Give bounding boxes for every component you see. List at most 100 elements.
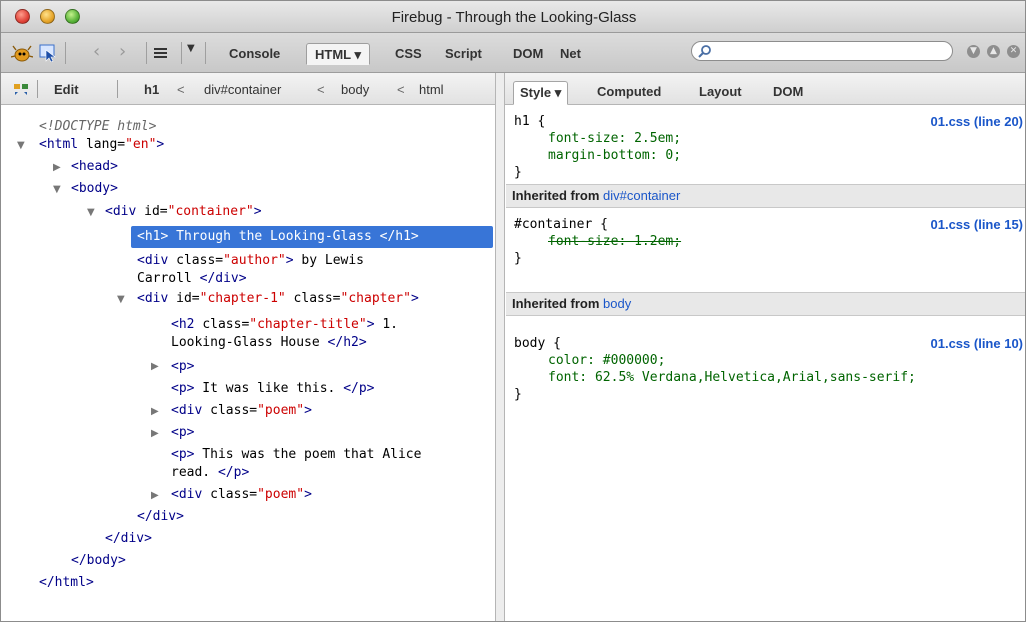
chevron-down-icon: ▾ xyxy=(354,47,362,62)
tree-node-poem[interactable]: <div class="poem"> xyxy=(171,402,312,420)
tab-html[interactable]: HTML ▾ xyxy=(306,43,371,65)
tab-dom[interactable]: DOM xyxy=(505,43,551,65)
selected-node-h1[interactable]: <h1> Through the Looking-Glass </h1> xyxy=(131,226,493,248)
tag-text: <div xyxy=(137,291,177,306)
tree-node-h2-cont: Looking-Glass House </h2> xyxy=(171,334,367,352)
css-property[interactable]: font-size: 2.5em; xyxy=(548,131,681,147)
tag-text: </div> xyxy=(137,509,184,524)
inherited-link-body[interactable]: body xyxy=(603,296,631,311)
dropdown-arrow-icon[interactable]: ▼ xyxy=(187,43,195,54)
tab-console[interactable]: Console xyxy=(221,43,288,65)
attr-text: lang= xyxy=(85,137,126,152)
tree-node-p[interactable]: <p> xyxy=(171,358,194,376)
inherited-from-body: Inherited from body xyxy=(506,292,1025,316)
css-selector-body[interactable]: body { xyxy=(514,336,561,352)
attr-text: id= xyxy=(176,291,200,306)
chevron-down-icon[interactable]: ▼ xyxy=(967,45,980,58)
tag-text: > xyxy=(304,487,312,502)
tree-node-p-poem-cont: read. </p> xyxy=(171,464,249,482)
attr-value: "poem" xyxy=(257,403,305,418)
tab-style[interactable]: Style ▾ xyxy=(513,81,569,105)
collapsed-triangle-icon[interactable]: ▶ xyxy=(151,490,159,501)
tab-side-dom[interactable]: DOM xyxy=(767,81,809,105)
tag-text: <div xyxy=(171,487,211,502)
attr-value: "chapter-title" xyxy=(249,317,367,332)
tag-text: > xyxy=(366,317,375,332)
tab-script[interactable]: Script xyxy=(437,43,490,65)
breadcrumb-h1[interactable]: h1 xyxy=(144,82,159,97)
tree-node-container[interactable]: <div id="container"> xyxy=(105,203,262,221)
tree-node-container-close: </div> xyxy=(105,530,152,548)
css-property[interactable]: font: 62.5% Verdana,Helvetica,Arial,sans… xyxy=(548,370,916,386)
search-box[interactable] xyxy=(691,41,953,61)
tag-text: <html xyxy=(39,137,86,152)
tree-node-p-poem[interactable]: <p> This was the poem that Alice xyxy=(171,446,421,464)
css-property-overridden[interactable]: font-size: 1.2em; xyxy=(548,234,681,250)
text-content: Carroll xyxy=(137,271,200,286)
back-icon[interactable]: ‹ xyxy=(93,41,100,62)
text-content: read. xyxy=(171,465,218,480)
main-toolbar: ‹ › ▼ Console HTML ▾ CSS Script DOM Net … xyxy=(1,33,1025,73)
collapsed-triangle-icon[interactable]: ▶ xyxy=(151,406,159,417)
css-selector-container[interactable]: #container { xyxy=(514,217,608,233)
css-selector-h1[interactable]: h1 { xyxy=(514,114,545,130)
collapsed-triangle-icon[interactable]: ▶ xyxy=(151,361,159,372)
tree-node-author[interactable]: <div class="author"> by Lewis xyxy=(137,252,364,270)
collapsed-triangle-icon[interactable]: ▶ xyxy=(151,428,159,439)
tag-text: <p> xyxy=(171,359,195,374)
tag-text: > xyxy=(410,291,419,306)
expand-triangle-icon[interactable]: ▼ xyxy=(17,140,25,151)
tag-text: </p> xyxy=(343,381,375,396)
expand-triangle-icon[interactable]: ▼ xyxy=(87,207,95,218)
breadcrumb-html[interactable]: html xyxy=(419,82,444,97)
breadcrumb-body[interactable]: body xyxy=(341,82,369,97)
panel-splitter[interactable] xyxy=(495,73,505,621)
css-property[interactable]: color: #000000; xyxy=(548,353,665,369)
tab-layout[interactable]: Layout xyxy=(693,81,748,105)
css-source-link-container[interactable]: 01.css (line 15) xyxy=(931,217,1024,232)
expand-triangle-icon[interactable]: ▼ xyxy=(117,294,125,305)
tree-node-chapter[interactable]: <div id="chapter-1" class="chapter"> xyxy=(137,290,419,308)
html-edit-icon[interactable] xyxy=(13,82,29,98)
tab-css[interactable]: CSS xyxy=(387,43,430,65)
css-source-link-body[interactable]: 01.css (line 10) xyxy=(931,336,1024,351)
chevron-up-icon[interactable]: ▲ xyxy=(987,45,1000,58)
close-icon[interactable]: ✕ xyxy=(1007,45,1020,58)
css-source-link-h1[interactable]: 01.css (line 20) xyxy=(931,114,1024,129)
search-input[interactable] xyxy=(716,44,944,59)
tree-node-p-like-this[interactable]: <p> It was like this. </p> xyxy=(171,380,375,398)
tree-node-head[interactable]: <head> xyxy=(71,158,118,176)
css-property[interactable]: margin-bottom: 0; xyxy=(548,148,681,164)
tree-node-poem[interactable]: <div class="poem"> xyxy=(171,486,312,504)
tree-node-html[interactable]: <html lang="en"> xyxy=(39,136,164,154)
tab-computed[interactable]: Computed xyxy=(591,81,667,105)
side-panel-tabs: Style ▾ Computed Layout DOM xyxy=(505,73,1025,105)
tree-node-body[interactable]: <body> xyxy=(71,180,118,198)
breadcrumb-separator: < xyxy=(317,82,325,97)
window-title: Firebug - Through the Looking-Glass xyxy=(391,9,637,26)
breadcrumb-separator: < xyxy=(177,82,185,97)
tag-text: </div> xyxy=(199,271,247,286)
text-content: 1. xyxy=(374,317,398,332)
inspect-element-icon[interactable] xyxy=(39,44,57,62)
tag-text: </p> xyxy=(217,465,250,480)
edit-button[interactable]: Edit xyxy=(54,82,79,97)
menu-list-icon[interactable] xyxy=(153,44,169,62)
collapsed-triangle-icon[interactable]: ▶ xyxy=(53,162,61,173)
tree-node-h2[interactable]: <h2 class="chapter-title"> 1. xyxy=(171,316,398,334)
inherited-from-container: Inherited from div#container xyxy=(506,184,1025,208)
attr-value: "poem" xyxy=(257,487,305,502)
breadcrumb-div-container[interactable]: div#container xyxy=(204,82,281,97)
text-content: Looking-Glass House xyxy=(171,335,328,350)
forward-icon[interactable]: › xyxy=(119,41,126,62)
expand-triangle-icon[interactable]: ▼ xyxy=(53,184,61,195)
css-rule-close: } xyxy=(514,251,522,266)
text-content: It was like this. xyxy=(194,381,344,396)
attr-text: class= xyxy=(176,253,224,268)
firebug-bug-icon[interactable] xyxy=(11,44,33,62)
tag-text: <p> xyxy=(171,425,195,440)
html-tree: <!DOCTYPE html> ▼ <html lang="en"> ▶ <he… xyxy=(1,106,495,621)
tree-node-p[interactable]: <p> xyxy=(171,424,194,442)
inherited-link-container[interactable]: div#container xyxy=(603,188,680,203)
tab-net[interactable]: Net xyxy=(552,43,589,65)
